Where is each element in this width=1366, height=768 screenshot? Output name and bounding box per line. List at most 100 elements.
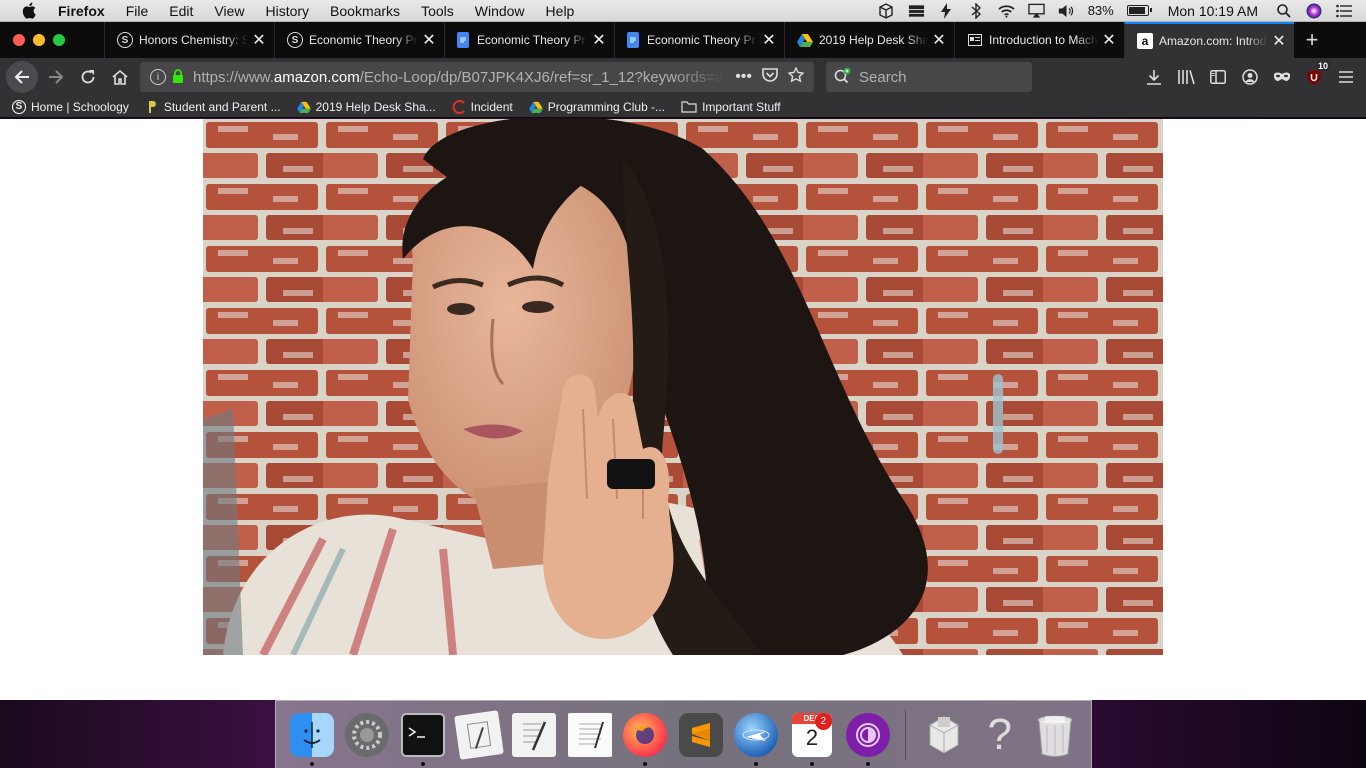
woman-wearing-smart-ring-photo: [203, 119, 1163, 655]
account-icon[interactable]: [1240, 67, 1260, 87]
folder-icon: [681, 100, 697, 114]
tab-economic-theory-3[interactable]: Economic Theory Pr ✕: [614, 22, 784, 58]
close-tab-icon[interactable]: ✕: [1102, 32, 1116, 49]
dock-firefox[interactable]: [617, 707, 673, 766]
network-utility-icon: [734, 712, 779, 757]
bookmark-label: Important Stuff: [702, 99, 781, 114]
dock-textedit[interactable]: [562, 707, 618, 763]
dock-script-editor[interactable]: [506, 707, 562, 763]
dock-trash[interactable]: [1028, 707, 1084, 763]
toolbar-buttons: 10: [1144, 61, 1366, 87]
close-tab-icon[interactable]: ✕: [932, 32, 946, 49]
dock-sublime-text[interactable]: [673, 707, 729, 763]
close-tab-icon[interactable]: ✕: [762, 32, 776, 49]
reload-icon: [81, 70, 95, 84]
home-button[interactable]: [104, 61, 136, 93]
bookmark-student-parent[interactable]: Student and Parent ...: [145, 100, 281, 114]
bookmark-programming-club[interactable]: Programming Club -...: [528, 100, 665, 114]
hamburger-menu-icon[interactable]: [1336, 67, 1356, 87]
siri-icon[interactable]: [1305, 3, 1322, 19]
dock-finder[interactable]: [284, 707, 340, 766]
menu-file[interactable]: File: [126, 3, 149, 19]
menu-bookmarks[interactable]: Bookmarks: [330, 3, 400, 19]
home-icon: [112, 69, 128, 85]
menu-edit[interactable]: Edit: [169, 3, 193, 19]
drive-sync-icon[interactable]: [908, 3, 925, 19]
close-window-button[interactable]: [13, 34, 25, 46]
bookmark-incident[interactable]: Incident: [452, 100, 513, 114]
page-content: [0, 119, 1366, 700]
tab-intro-machine-learning[interactable]: Introduction to Mach ✕: [954, 22, 1124, 58]
minimize-window-button[interactable]: [33, 34, 45, 46]
forward-button[interactable]: [40, 61, 72, 93]
close-tab-icon[interactable]: ✕: [252, 32, 266, 49]
url-text[interactable]: https://www.amazon.com/Echo-Loop/dp/B07J…: [193, 69, 725, 86]
package-icon[interactable]: [878, 2, 895, 19]
menubar-status-area: 83% Mon 10:19 AM: [878, 2, 1366, 19]
spotlight-search-icon[interactable]: [1275, 3, 1292, 19]
dock-terminal[interactable]: [395, 707, 451, 766]
close-tab-icon[interactable]: ✕: [1272, 33, 1286, 50]
bluetooth-icon[interactable]: [968, 2, 985, 19]
back-arrow-icon: [14, 70, 29, 84]
page-actions-menu-icon[interactable]: •••: [735, 68, 752, 86]
notification-center-icon[interactable]: [1335, 3, 1352, 19]
dock-installer[interactable]: [916, 707, 972, 763]
tab-economic-theory-2[interactable]: Economic Theory Pr ✕: [444, 22, 614, 58]
bookmark-folder-important[interactable]: Important Stuff: [681, 100, 781, 114]
dock-help[interactable]: ?: [972, 707, 1028, 763]
amazon-icon: a: [1137, 33, 1153, 49]
dock-system-preferences[interactable]: [340, 707, 396, 763]
dock-preview[interactable]: [451, 707, 507, 763]
new-tab-button[interactable]: +: [1294, 22, 1330, 58]
search-bar[interactable]: Search: [826, 62, 1032, 92]
terminal-icon: [400, 712, 445, 757]
bookmark-label: Incident: [470, 99, 513, 114]
running-indicator: [420, 761, 425, 766]
pocket-icon[interactable]: [762, 67, 778, 87]
tab-amazon-active[interactable]: a Amazon.com: Introdu ✕: [1124, 22, 1294, 58]
app-menu-firefox[interactable]: Firefox: [58, 3, 105, 19]
private-mask-icon[interactable]: [1272, 67, 1292, 87]
apple-menu-icon[interactable]: [20, 2, 38, 20]
library-icon[interactable]: [1176, 67, 1196, 87]
close-tab-icon[interactable]: ✕: [592, 32, 606, 49]
google-drive-icon: [296, 100, 311, 114]
volume-icon[interactable]: [1058, 3, 1075, 19]
airplay-icon[interactable]: [1027, 3, 1045, 19]
macos-dock: DEC 2 2 ?: [275, 700, 1092, 768]
menu-help[interactable]: Help: [546, 3, 575, 19]
clock[interactable]: Mon 10:19 AM: [1168, 3, 1258, 19]
tab-help-desk[interactable]: 2019 Help Desk Sha ✕: [784, 22, 954, 58]
dock-network-utility[interactable]: [729, 707, 785, 766]
menu-view[interactable]: View: [214, 3, 244, 19]
wifi-icon[interactable]: [998, 3, 1015, 19]
power-icon[interactable]: [938, 2, 955, 19]
bookmark-help-desk[interactable]: 2019 Help Desk Sha...: [296, 99, 436, 114]
macos-menubar: Firefox File Edit View History Bookmarks…: [0, 0, 1366, 22]
search-engine-icon[interactable]: [834, 67, 852, 87]
dock-calendar[interactable]: DEC 2 2: [784, 707, 840, 766]
menu-tools[interactable]: Tools: [421, 3, 454, 19]
bookmark-label: 2019 Help Desk Sha...: [315, 99, 436, 114]
site-info-icon[interactable]: i: [150, 69, 166, 85]
menu-window[interactable]: Window: [475, 3, 525, 19]
ublock-extension-icon[interactable]: 10: [1304, 61, 1330, 87]
tab-title: Economic Theory Pr: [647, 33, 756, 47]
tab-honors-chemistry[interactable]: S Honors Chemistry: S ✕: [104, 22, 274, 58]
tab-economic-theory-1[interactable]: S Economic Theory Pr ✕: [274, 22, 444, 58]
dock-tor-browser[interactable]: [840, 707, 896, 766]
downloads-icon[interactable]: [1144, 67, 1164, 87]
sidebar-toggle-icon[interactable]: [1208, 67, 1228, 87]
menu-history[interactable]: History: [265, 3, 309, 19]
bookmark-star-icon[interactable]: [787, 65, 805, 88]
secure-lock-icon[interactable]: [172, 68, 184, 86]
close-tab-icon[interactable]: ✕: [422, 32, 436, 49]
zoom-window-button[interactable]: [53, 34, 65, 46]
reload-button[interactable]: [72, 61, 104, 93]
url-bar[interactable]: i https://www.amazon.com/Echo-Loop/dp/B0…: [140, 62, 814, 92]
dock-separator: [905, 709, 907, 760]
back-button[interactable]: [6, 61, 38, 93]
battery-icon[interactable]: [1126, 5, 1152, 16]
bookmark-home-schoology[interactable]: S Home | Schoology: [12, 99, 129, 114]
